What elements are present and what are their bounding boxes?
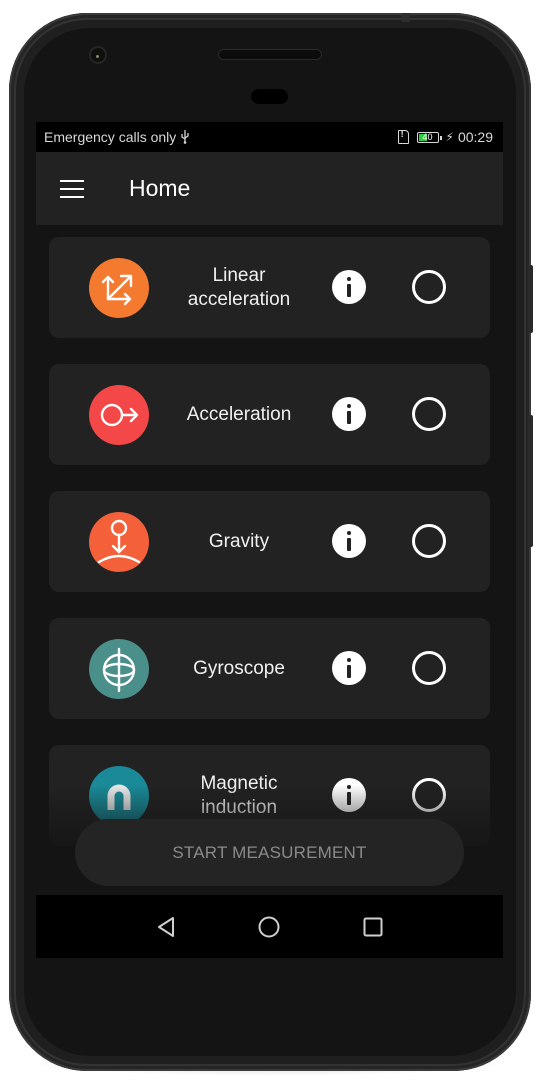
select-radio[interactable]	[412, 778, 446, 812]
power-button[interactable]	[528, 265, 533, 333]
acceleration-icon	[89, 385, 149, 445]
sensor-card-gyroscope[interactable]: Gyroscope	[49, 618, 490, 719]
magnet-icon	[89, 766, 149, 826]
app-bar: Home	[36, 152, 503, 225]
sensor-card-linear-acceleration[interactable]: Linear acceleration	[49, 237, 490, 338]
earpiece-speaker	[218, 49, 322, 60]
select-radio[interactable]	[412, 270, 446, 304]
screen: Emergency calls only 40 ⚡︎ 00:29 Home	[36, 122, 503, 958]
start-measurement-button[interactable]: START MEASUREMENT	[75, 819, 464, 886]
home-icon[interactable]	[255, 913, 283, 941]
hamburger-menu-icon[interactable]	[60, 179, 84, 198]
navigation-bar	[36, 895, 503, 958]
select-radio[interactable]	[412, 651, 446, 685]
battery-icon: 40	[416, 131, 442, 143]
info-icon[interactable]	[332, 397, 366, 431]
carrier-text: Emergency calls only	[44, 129, 177, 145]
usb-icon	[181, 130, 189, 144]
back-icon[interactable]	[152, 913, 180, 941]
sim-alert-icon	[397, 129, 409, 144]
gyroscope-icon	[89, 639, 149, 699]
sensor-label: Acceleration	[186, 403, 292, 425]
sensor-card-gravity[interactable]: Gravity	[49, 491, 490, 592]
linear-acceleration-icon	[89, 258, 149, 318]
sensor-label: Gyroscope	[193, 657, 285, 679]
page-title: Home	[129, 175, 191, 201]
sensor-list[interactable]: Linear acceleration Acceleration Gravity…	[36, 225, 503, 895]
proximity-sensor	[251, 89, 288, 104]
bolt-icon: ⚡︎	[445, 130, 454, 144]
select-radio[interactable]	[412, 524, 446, 558]
recents-icon[interactable]	[359, 913, 387, 941]
sensor-card-acceleration[interactable]: Acceleration	[49, 364, 490, 465]
info-icon[interactable]	[332, 270, 366, 304]
info-icon[interactable]	[332, 778, 366, 812]
select-radio[interactable]	[412, 397, 446, 431]
info-icon[interactable]	[332, 651, 366, 685]
device-antenna-line	[402, 13, 410, 22]
gravity-icon	[89, 512, 149, 572]
battery-level: 40	[422, 131, 433, 142]
sensor-label: Linear acceleration	[187, 264, 291, 310]
info-icon[interactable]	[332, 524, 366, 558]
front-camera	[89, 46, 107, 64]
volume-button[interactable]	[528, 415, 533, 547]
clock: 00:29	[457, 129, 493, 145]
sensor-label: Gravity	[208, 530, 270, 552]
status-bar: Emergency calls only 40 ⚡︎ 00:29	[36, 122, 503, 152]
